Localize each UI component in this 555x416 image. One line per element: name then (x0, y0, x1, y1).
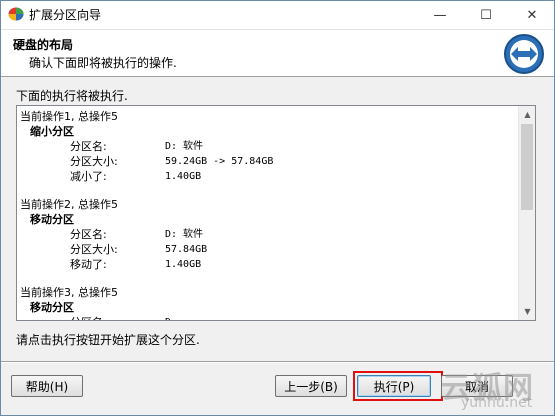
wizard-window: 扩展分区向导 — ☐ ✕ 硬盘的布局 确认下面即将被执行的操作. 下面的执行将被… (0, 0, 555, 416)
operations-list[interactable]: 当前操作1, 总操作5 缩小分区 分区名: D: 软件 分区大小: 59.24GB -> … (16, 105, 536, 321)
operation-key: 减小了: (70, 170, 107, 183)
operation-row: 移动了: 1.40GB (20, 257, 520, 272)
section-label: 下面的执行将被执行. (16, 89, 128, 103)
title-bar[interactable]: 扩展分区向导 — ☐ ✕ (1, 1, 554, 29)
operation-value: 1.40GB (165, 171, 202, 182)
operation-key: 分区名: (70, 140, 107, 153)
operation-header: 当前操作2, 总操作5 (20, 198, 118, 211)
operation-value: D: 软件 (165, 141, 204, 152)
operation-value: 1.40GB (165, 259, 202, 270)
operation-name: 移动分区 (30, 213, 74, 226)
vertical-scrollbar[interactable]: ▲ ▼ (518, 106, 535, 320)
operation-name: 缩小分区 (30, 125, 74, 138)
operations-content: 当前操作1, 总操作5 缩小分区 分区名: D: 软件 分区大小: 59.24GB -> … (17, 106, 520, 320)
header-banner: 硬盘的布局 确认下面即将被执行的操作. (1, 29, 554, 77)
banner-title: 硬盘的布局 (13, 38, 74, 52)
minimize-button[interactable]: — (417, 1, 463, 29)
banner-subtitle: 确认下面即将被执行的操作. (29, 56, 177, 70)
operation-row: 分区大小: 57.84GB (20, 242, 520, 257)
watermark: 云狐网 yunhu.net (421, 361, 551, 413)
operation-block: 当前操作2, 总操作5 移动分区分区名: D: 软件分区大小: 57.84GB 移动了:… (20, 197, 520, 272)
app-icon (8, 7, 24, 21)
operation-value: 59.24GB -> 57.84GB (165, 156, 274, 167)
back-button[interactable]: 上一步(B) (275, 375, 347, 397)
scroll-thumb[interactable] (521, 124, 533, 210)
operation-value: 57.84GB (165, 244, 208, 255)
window-title: 扩展分区向导 (29, 8, 102, 22)
operation-value: D: 软件 (165, 229, 204, 240)
operation-block: 当前操作3, 总操作5 移动分区分区名:D: (20, 285, 520, 320)
hint-text: 请点击执行按钮开始扩展这个分区. (16, 333, 200, 347)
operation-key: 分区大小: (70, 155, 118, 168)
resize-arrows-icon (504, 34, 544, 74)
operation-name: 移动分区 (30, 301, 74, 314)
operation-key: 分区名: (20, 315, 165, 320)
operation-row: 分区名:D: (20, 315, 520, 320)
operation-key: 移动了: (70, 258, 107, 271)
scroll-down-icon[interactable]: ▼ (519, 303, 535, 320)
close-button[interactable]: ✕ (509, 1, 555, 29)
operation-header: 当前操作1, 总操作5 (20, 110, 118, 123)
operation-row: 减小了: 1.40GB (20, 169, 520, 184)
operation-header: 当前操作3, 总操作5 (20, 286, 118, 299)
help-button[interactable]: 帮助(H) (11, 375, 83, 397)
watermark-url: yunhu.net (461, 395, 533, 411)
maximize-button[interactable]: ☐ (463, 1, 509, 29)
operation-row: 分区大小: 59.24GB -> 57.84GB (20, 154, 520, 169)
scroll-up-icon[interactable]: ▲ (519, 106, 535, 123)
operation-key: 分区名: (70, 228, 107, 241)
operation-key: 分区大小: (70, 243, 118, 256)
operation-block: 当前操作1, 总操作5 缩小分区分区名: D: 软件分区大小: 59.24GB -> … (20, 109, 520, 184)
operation-value: D: (165, 315, 177, 320)
operation-row: 分区名: D: 软件 (20, 227, 520, 242)
operation-row: 分区名: D: 软件 (20, 139, 520, 154)
